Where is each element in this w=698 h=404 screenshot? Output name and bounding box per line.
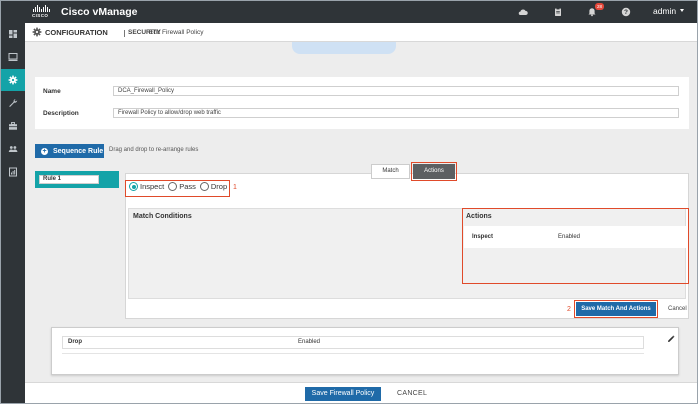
- rule-summary-card: [51, 327, 679, 375]
- sidebar-item-maintenance[interactable]: [1, 115, 25, 137]
- summary-divider: [62, 353, 644, 354]
- pencil-icon[interactable]: [667, 335, 675, 343]
- actions-highlight: [462, 208, 689, 284]
- chevron-down-icon[interactable]: [680, 9, 684, 12]
- cancel-rule-button[interactable]: Cancel: [668, 306, 687, 312]
- top-bar: CISCO Cisco vManage 28 ? admin: [1, 1, 697, 23]
- step-number-2: 2: [567, 306, 571, 313]
- cancel-button[interactable]: CANCEL: [397, 390, 427, 397]
- rule-item[interactable]: Rule 1: [35, 171, 119, 188]
- summary-value: Enabled: [298, 339, 321, 345]
- tab-match[interactable]: Match: [371, 164, 410, 179]
- name-field[interactable]: DCA_Firewall_Policy: [113, 86, 679, 96]
- user-menu[interactable]: admin: [653, 6, 676, 16]
- svg-text:?: ?: [624, 9, 628, 16]
- wrench-icon: [9, 99, 18, 107]
- brand-wordmark: CISCO: [32, 13, 49, 18]
- sequence-rule-button[interactable]: + Sequence Rule: [35, 144, 104, 158]
- help-icon[interactable]: ?: [620, 6, 632, 18]
- sidebar-item-dashboard[interactable]: [1, 23, 25, 45]
- users-icon: [8, 146, 18, 152]
- sidebar-item-analytics[interactable]: [1, 161, 25, 183]
- save-button-highlight: [574, 300, 658, 318]
- summary-key: Drop: [68, 339, 82, 345]
- rule-name-field[interactable]: Rule 1: [39, 175, 99, 184]
- sidebar: [1, 23, 25, 403]
- cloud-icon[interactable]: [517, 6, 529, 18]
- dashboard-icon: [9, 30, 17, 38]
- actions-tab-highlight: [411, 162, 457, 181]
- clipboard-icon[interactable]: [552, 6, 564, 18]
- description-field[interactable]: Firewall Policy to allow/drop web traffi…: [113, 108, 679, 118]
- match-conditions-title: Match Conditions: [133, 213, 192, 220]
- radio-group-highlight: [125, 180, 230, 197]
- app-title: Cisco vManage: [61, 6, 138, 18]
- policy-details-card: Name DCA_Firewall_Policy Description Fir…: [35, 77, 689, 129]
- sequence-rule-label: Sequence Rule: [53, 147, 104, 155]
- breadcrumb-section[interactable]: CONFIGURATION: [45, 28, 108, 37]
- summary-row: [62, 336, 644, 349]
- page-title: Edit Firewall Policy: [149, 29, 204, 36]
- sidebar-item-monitor[interactable]: [1, 46, 25, 68]
- sidebar-item-tools[interactable]: [1, 92, 25, 114]
- app-window: CISCO Cisco vManage 28 ? admin CONFIGURA…: [0, 0, 698, 404]
- cisco-logo: CISCO: [31, 4, 55, 20]
- sidebar-item-administration[interactable]: [1, 138, 25, 160]
- report-icon: [9, 167, 17, 177]
- monitor-icon: [8, 53, 18, 61]
- sidebar-item-configuration[interactable]: [1, 69, 25, 91]
- reorder-hint: Drag and drop to re-arrange rules: [109, 147, 199, 153]
- description-label: Description: [43, 110, 79, 117]
- collapsed-panel-handle[interactable]: [292, 42, 396, 54]
- gear-icon: [32, 27, 42, 37]
- toolbox-icon: [9, 122, 17, 130]
- notification-badge: 28: [595, 3, 604, 10]
- breadcrumb: CONFIGURATION SECURITY Edit Firewall Pol…: [25, 23, 697, 42]
- gear-icon: [8, 75, 18, 85]
- step-number-1: 1: [233, 184, 237, 191]
- save-firewall-policy-button[interactable]: Save Firewall Policy: [305, 387, 381, 401]
- plus-icon: +: [41, 147, 48, 155]
- name-label: Name: [43, 88, 61, 95]
